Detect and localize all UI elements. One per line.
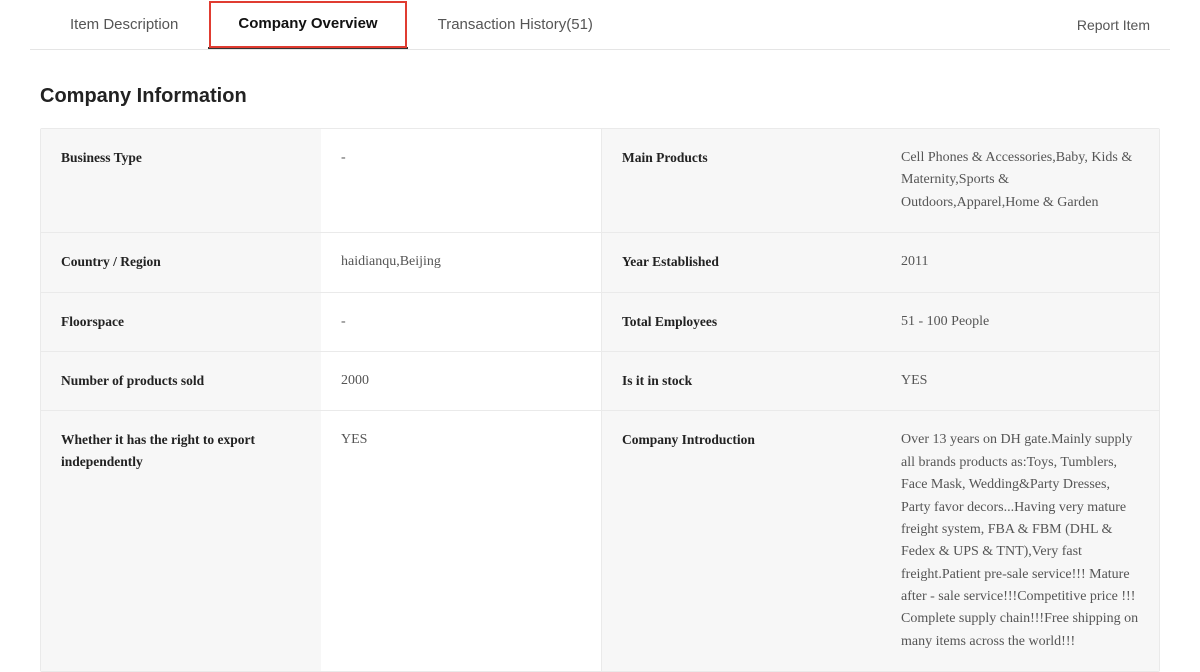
- label-year-established: Year Established: [601, 233, 881, 291]
- value-floorspace: -: [321, 293, 601, 351]
- report-item-link[interactable]: Report Item: [1067, 2, 1160, 48]
- label-introduction: Company Introduction: [601, 411, 881, 671]
- table-row: Floorspace - Total Employees 51 - 100 Pe…: [41, 293, 1159, 352]
- section-title: Company Information: [40, 85, 1160, 108]
- value-country-region: haidianqu,Beijing: [321, 233, 601, 291]
- tabs-bar: Item Description Company Overview Transa…: [30, 0, 1170, 50]
- label-products-sold: Number of products sold: [41, 352, 321, 410]
- table-row: Country / Region haidianqu,Beijing Year …: [41, 233, 1159, 292]
- value-business-type: -: [321, 129, 601, 232]
- table-row: Business Type - Main Products Cell Phone…: [41, 129, 1159, 233]
- tab-company-overview[interactable]: Company Overview: [208, 0, 407, 49]
- label-business-type: Business Type: [41, 129, 321, 232]
- label-export-right: Whether it has the right to export indep…: [41, 411, 321, 671]
- value-export-right: YES: [321, 411, 601, 671]
- tab-transaction-history[interactable]: Transaction History(51): [408, 1, 623, 48]
- value-introduction: Over 13 years on DH gate.Mainly supply a…: [881, 411, 1159, 671]
- label-total-employees: Total Employees: [601, 293, 881, 351]
- table-row: Number of products sold 2000 Is it in st…: [41, 352, 1159, 411]
- value-in-stock: YES: [881, 352, 1159, 410]
- label-country-region: Country / Region: [41, 233, 321, 291]
- company-info-table: Business Type - Main Products Cell Phone…: [40, 128, 1160, 672]
- label-main-products: Main Products: [601, 129, 881, 232]
- table-row: Whether it has the right to export indep…: [41, 411, 1159, 671]
- label-floorspace: Floorspace: [41, 293, 321, 351]
- label-in-stock: Is it in stock: [601, 352, 881, 410]
- value-year-established: 2011: [881, 233, 1159, 291]
- tab-item-description[interactable]: Item Description: [40, 1, 208, 48]
- value-products-sold: 2000: [321, 352, 601, 410]
- value-total-employees: 51 - 100 People: [881, 293, 1159, 351]
- value-main-products: Cell Phones & Accessories,Baby, Kids & M…: [881, 129, 1159, 232]
